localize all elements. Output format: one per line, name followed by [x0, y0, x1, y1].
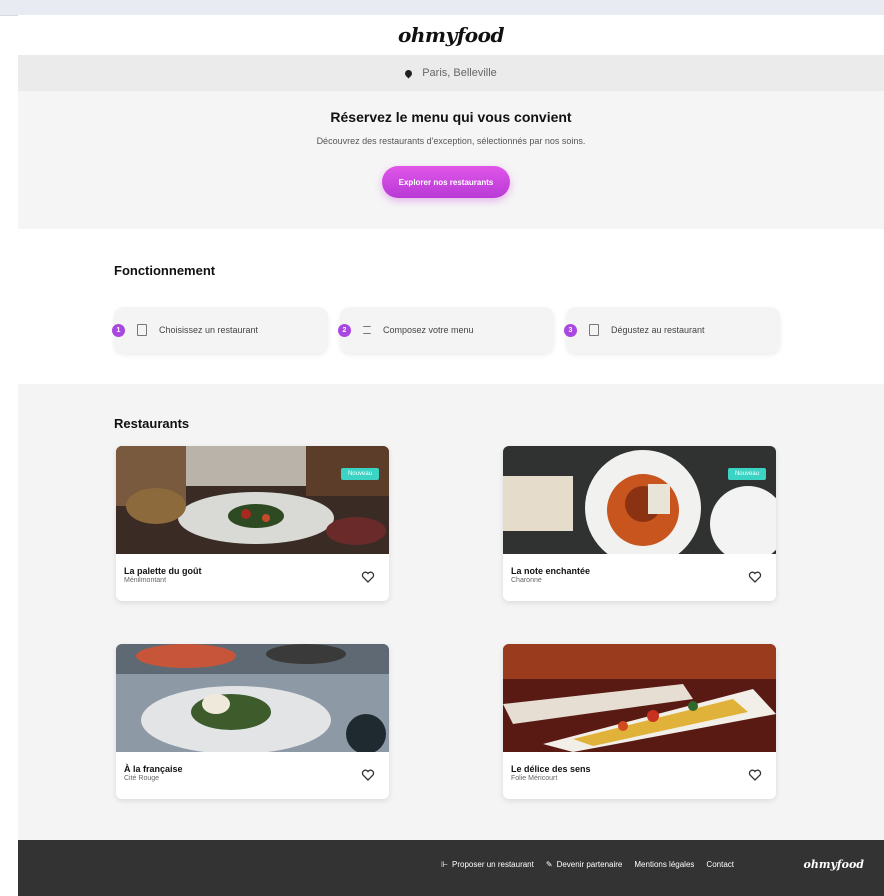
footer-link-label: Proposer un restaurant [452, 860, 534, 869]
restaurant-area: Cité Rouge [124, 775, 160, 782]
footer: ⊩ Proposer un restaurant ✎ Devenir parte… [18, 840, 884, 896]
footer-link-contact[interactable]: Contact [706, 860, 734, 869]
step-number: 3 [564, 323, 577, 337]
restaurant-name: À la française [124, 764, 183, 774]
footer-links: ⊩ Proposer un restaurant ✎ Devenir parte… [441, 860, 734, 869]
footer-link-label: Devenir partenaire [556, 860, 623, 869]
new-badge: Nouveau [340, 468, 379, 480]
page: ohmyfood Paris, Belleville Réservez le m… [18, 15, 884, 896]
footer-link-propose[interactable]: ⊩ Proposer un restaurant [441, 860, 534, 869]
restaurant-photo [503, 446, 776, 554]
step-label: Choisissez un restaurant [159, 325, 259, 335]
restaurant-card[interactable]: À la française Cité Rouge [116, 644, 389, 799]
calendar-icon [589, 324, 599, 336]
restaurant-name: La palette du goût [124, 566, 202, 576]
how-title: Fonctionnement [114, 263, 216, 278]
hero-section: Réservez le menu qui vous convient Décou… [18, 91, 884, 229]
restaurant-card[interactable]: Nouveau La note enchantée Charonne [503, 446, 776, 601]
footer-link-label: Contact [706, 860, 734, 869]
footer-logo[interactable]: ohmyfood [804, 858, 864, 871]
footer-link-partner[interactable]: ✎ Devenir partenaire [546, 860, 623, 869]
hero-title: Réservez le menu qui vous convient [330, 109, 572, 125]
restaurant-photo [116, 644, 389, 752]
pencil-icon: ✎ [545, 860, 553, 869]
restaurant-area: Charonne [511, 577, 542, 584]
phone-icon [137, 324, 147, 336]
list-icon [363, 326, 371, 334]
footer-link-label: Mentions légales [634, 860, 695, 869]
restaurant-area: Folie Méricourt [511, 775, 558, 782]
heart-icon[interactable] [748, 768, 762, 782]
restaurant-photo-image [116, 644, 389, 752]
steps-list: 1 Choisissez un restaurant 2 Composez vo… [112, 307, 794, 355]
location-bar[interactable]: Paris, Belleville [18, 55, 884, 91]
step-card: 2 Composez votre menu [338, 307, 554, 353]
restaurant-name: La note enchantée [511, 566, 591, 576]
restaurant-photo-image [503, 446, 776, 554]
how-it-works-section: Fonctionnement 1 Choisissez un restauran… [18, 229, 884, 384]
step-label: Composez votre menu [383, 325, 474, 335]
explore-restaurants-button[interactable]: Explorer nos restaurants [382, 166, 510, 198]
restaurant-photo [503, 644, 776, 752]
restaurant-photo-image [116, 446, 389, 554]
step-card: 3 Dégustez au restaurant [564, 307, 780, 353]
restaurant-name: Le délice des sens [511, 764, 591, 774]
restaurants-section: Restaurants Nouveau La palette du goût M… [18, 384, 884, 840]
location-text: Paris, Belleville [422, 67, 497, 79]
restaurant-photo-image [503, 644, 776, 752]
restaurant-card[interactable]: Le délice des sens Folie Méricourt [503, 644, 776, 799]
step-label: Dégustez au restaurant [611, 325, 705, 335]
step-number: 1 [112, 323, 125, 337]
footer-link-legal[interactable]: Mentions légales [634, 860, 694, 869]
location-pin-icon [403, 68, 414, 78]
brand-logo[interactable]: ohmyfood [398, 23, 504, 47]
restaurants-title: Restaurants [114, 416, 190, 431]
header: ohmyfood [18, 15, 884, 55]
heart-icon[interactable] [361, 768, 375, 782]
restaurant-card[interactable]: Nouveau La palette du goût Ménilmontant [116, 446, 389, 601]
browser-top-strip [0, 0, 884, 16]
restaurant-area: Ménilmontant [124, 577, 167, 584]
heart-icon[interactable] [748, 570, 762, 584]
restaurant-icon: ⊩ [441, 860, 449, 869]
new-badge: Nouveau [727, 468, 766, 480]
restaurant-photo [116, 446, 389, 554]
step-number: 2 [338, 323, 351, 337]
heart-icon[interactable] [361, 570, 375, 584]
step-card: 1 Choisissez un restaurant [112, 307, 328, 353]
hero-subtitle: Découvrez des restaurants d'exception, s… [316, 136, 586, 146]
